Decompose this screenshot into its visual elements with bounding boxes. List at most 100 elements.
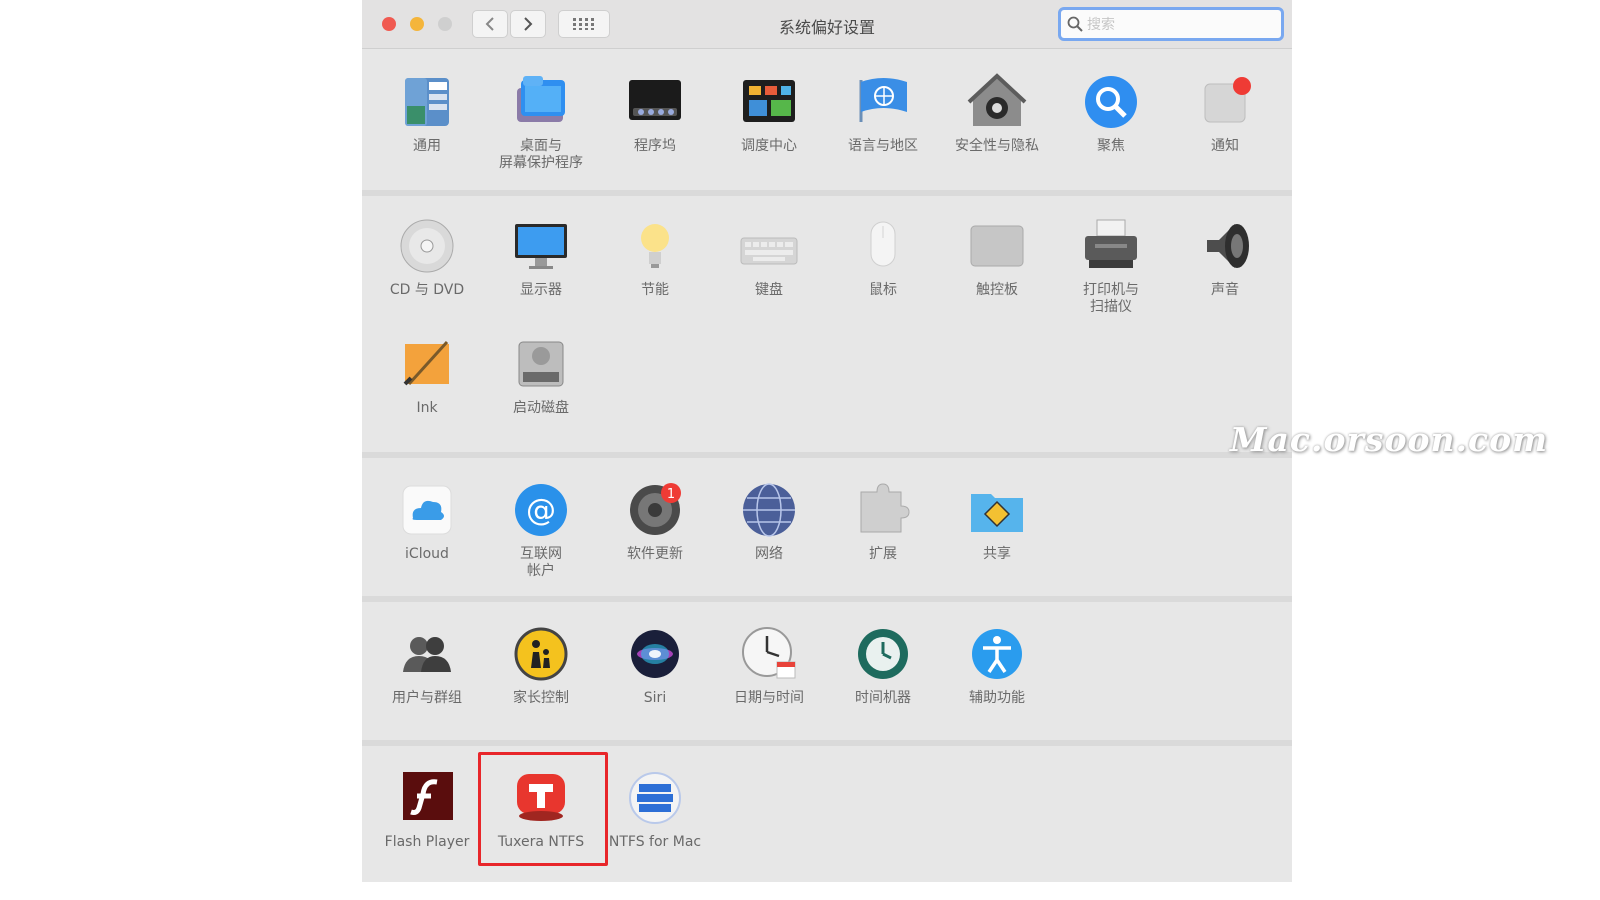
pane-parental-controls[interactable]: 家长控制 — [484, 624, 598, 707]
spotlight-icon — [1081, 72, 1141, 132]
pane-ink[interactable]: Ink — [370, 334, 484, 417]
pane-label: 共享 — [983, 546, 1011, 562]
pane-label: 语言与地区 — [848, 138, 918, 154]
window-title: 系统偏好设置 — [778, 18, 875, 37]
pane-label: 网络 — [755, 546, 783, 562]
pane-label: 家长控制 — [513, 690, 569, 706]
mouse-icon — [853, 216, 913, 276]
back-button[interactable] — [472, 10, 508, 38]
pane-label: 触控板 — [976, 282, 1018, 298]
pane-label: 扩展 — [869, 546, 897, 562]
parental-controls-icon — [511, 624, 571, 684]
chevron-left-icon — [485, 17, 494, 31]
pane-icloud[interactable]: iCloud — [370, 480, 484, 563]
internet-accounts-icon: @ — [511, 480, 571, 540]
energy-saver-icon — [625, 216, 685, 276]
pane-siri[interactable]: Siri — [598, 624, 712, 707]
network-icon — [739, 480, 799, 540]
pane-notifications[interactable]: 通知 — [1168, 72, 1282, 155]
close-button[interactable] — [382, 17, 396, 31]
sound-icon — [1195, 216, 1255, 276]
pane-desktop-screensaver[interactable]: 桌面与 屏幕保护程序 — [484, 72, 598, 172]
printers-scanners-icon — [1081, 216, 1141, 276]
section-divider — [362, 190, 1292, 196]
pane-label: 互联网 帐户 — [520, 546, 562, 579]
pane-flash-player[interactable]: Flash Player — [370, 768, 484, 851]
displays-icon — [511, 216, 571, 276]
pane-label: 程序坞 — [634, 138, 676, 154]
show-all-button[interactable] — [558, 10, 610, 38]
search-icon — [1067, 16, 1083, 32]
date-time-icon — [739, 624, 799, 684]
svg-text:@: @ — [526, 493, 556, 528]
pane-sharing[interactable]: 共享 — [940, 480, 1054, 563]
sharing-icon — [967, 480, 1027, 540]
pane-date-time[interactable]: 日期与时间 — [712, 624, 826, 707]
time-machine-icon — [853, 624, 913, 684]
pane-label: Ink — [416, 400, 438, 416]
pane-network[interactable]: 网络 — [712, 480, 826, 563]
titlebar: 系统偏好设置 搜索 — [362, 0, 1292, 49]
trackpad-icon — [967, 216, 1027, 276]
pane-label: 辅助功能 — [969, 690, 1025, 706]
section-divider — [362, 452, 1292, 458]
siri-icon — [625, 624, 685, 684]
watermark: Mac.orsoon.com — [1230, 420, 1548, 459]
update-badge: 1 — [667, 487, 675, 502]
ink-icon — [397, 334, 457, 394]
pane-spotlight[interactable]: 聚焦 — [1054, 72, 1168, 155]
selection-highlight-box — [478, 752, 608, 866]
pane-cd-dvd[interactable]: CD 与 DVD — [370, 216, 484, 299]
pane-energy-saver[interactable]: 节能 — [598, 216, 712, 299]
pane-trackpad[interactable]: 触控板 — [940, 216, 1054, 299]
pane-security-privacy[interactable]: 安全性与隐私 — [940, 72, 1054, 155]
pane-software-update[interactable]: 1 软件更新 — [598, 480, 712, 563]
flash-player-icon — [397, 768, 457, 828]
section-divider — [362, 596, 1292, 602]
search-placeholder: 搜索 — [1087, 17, 1115, 33]
zoom-button[interactable] — [438, 17, 452, 31]
pane-label: 日期与时间 — [734, 690, 804, 706]
pane-startup-disk[interactable]: 启动磁盘 — [484, 334, 598, 417]
language-region-icon — [853, 72, 913, 132]
pane-label: 通知 — [1211, 138, 1239, 154]
pane-accessibility[interactable]: 辅助功能 — [940, 624, 1054, 707]
pane-label: NTFS for Mac — [608, 834, 702, 850]
forward-button[interactable] — [510, 10, 546, 38]
pane-mouse[interactable]: 鼠标 — [826, 216, 940, 299]
icloud-icon — [397, 480, 457, 540]
pane-label: 打印机与 扫描仪 — [1083, 282, 1139, 315]
cd-dvd-icon — [397, 216, 457, 276]
pane-sound[interactable]: 声音 — [1168, 216, 1282, 299]
pane-dock[interactable]: 程序坞 — [598, 72, 712, 155]
pane-internet-accounts[interactable]: @ 互联网 帐户 — [484, 480, 598, 580]
pane-label: 安全性与隐私 — [955, 138, 1039, 154]
keyboard-icon — [739, 216, 799, 276]
pane-displays[interactable]: 显示器 — [484, 216, 598, 299]
software-update-icon: 1 — [625, 480, 685, 540]
accessibility-icon — [967, 624, 1027, 684]
pane-label: 时间机器 — [855, 690, 911, 706]
pane-language-region[interactable]: 语言与地区 — [826, 72, 940, 155]
chevron-right-icon — [524, 17, 533, 31]
pane-label: 显示器 — [520, 282, 562, 298]
pane-printers-scanners[interactable]: 打印机与 扫描仪 — [1054, 216, 1168, 316]
pane-extensions[interactable]: 扩展 — [826, 480, 940, 563]
pane-mission-control[interactable]: 调度中心 — [712, 72, 826, 155]
pane-label: iCloud — [405, 546, 449, 562]
pane-label: 键盘 — [755, 282, 783, 298]
dock-icon — [625, 72, 685, 132]
pane-ntfs-for-mac[interactable]: NTFS for Mac — [598, 768, 712, 851]
pane-label: Flash Player — [384, 834, 470, 850]
pane-label: 聚焦 — [1097, 138, 1125, 154]
general-icon — [397, 72, 457, 132]
pane-general[interactable]: 通用 — [370, 72, 484, 155]
section-divider — [362, 740, 1292, 746]
search-field[interactable]: 搜索 — [1058, 7, 1284, 41]
pane-users-groups[interactable]: 用户与群组 — [370, 624, 484, 707]
pane-label: 桌面与 屏幕保护程序 — [499, 138, 583, 171]
pane-label: 软件更新 — [627, 546, 683, 562]
minimize-button[interactable] — [410, 17, 424, 31]
pane-keyboard[interactable]: 键盘 — [712, 216, 826, 299]
pane-time-machine[interactable]: 时间机器 — [826, 624, 940, 707]
